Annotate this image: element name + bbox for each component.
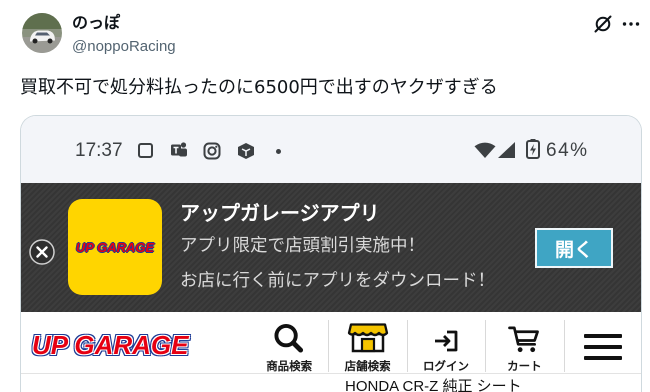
nav-item-product-search: 商品検索 <box>250 312 328 374</box>
instagram-icon <box>203 142 221 160</box>
close-icon <box>29 239 55 265</box>
nav-label: 商品検索 <box>266 359 313 373</box>
nav-label: カート <box>507 359 542 373</box>
status-time: 17:37 <box>75 140 123 161</box>
battery-charging-icon <box>526 139 540 159</box>
partial-product-title: HONDA CR-Z 純正 シート <box>345 378 522 392</box>
search-icon <box>274 323 304 353</box>
nav-item-store-search: 店舗検索 <box>328 312 406 374</box>
app-logo-text: UP GARAGE <box>75 239 155 255</box>
phone-status-bar: 17:37 64% <box>21 116 641 183</box>
dot-icon <box>276 149 281 154</box>
app-logo-tile: UP GARAGE <box>68 199 162 295</box>
post-text: 買取不可で処分料払ったのに6500円で出すのヤクザすぎる <box>20 77 498 98</box>
nav-divider <box>563 320 565 372</box>
nav-item-cart: カート <box>485 312 563 374</box>
nav-item-login: ログイン <box>406 312 485 374</box>
login-icon <box>434 330 458 352</box>
banner-title: アップガレージアプリ <box>180 201 380 225</box>
app-banner: UP GARAGE アップガレージアプリ アプリ限定で店頭割引実施中！ お店に行… <box>21 183 641 312</box>
signal-icon <box>498 142 515 158</box>
site-nav: 商品検索 店舗検索 ログイン カート <box>250 312 641 374</box>
post-image[interactable]: 17:37 64% UP GARAGE アップガレージアプリ アプリ限定で店頭割… <box>20 115 642 392</box>
cart-icon <box>508 326 540 353</box>
more-icon[interactable] <box>621 14 641 34</box>
battery-percent: 64% <box>546 140 589 161</box>
site-header: UP GARAGE 商品検索 店舗検索 ログイン カート <box>21 312 641 374</box>
avatar[interactable] <box>22 13 62 53</box>
open-app-button: 開く <box>535 228 613 268</box>
banner-line-2: お店に行く前にアプリをダウンロード！ <box>180 271 495 291</box>
wifi-icon <box>474 142 496 158</box>
teams-icon <box>171 142 187 157</box>
avatar-image <box>22 13 62 53</box>
banner-line-1: アプリ限定で店頭割引実施中！ <box>180 236 425 256</box>
site-logo: UP GARAGE <box>32 330 189 360</box>
nav-item-menu <box>563 312 641 374</box>
hamburger-icon <box>583 334 622 360</box>
store-icon <box>347 323 388 353</box>
author-name[interactable]: のっぽ <box>72 13 120 33</box>
author-handle[interactable]: @noppoRacing <box>72 38 176 56</box>
nav-label: 店舗検索 <box>344 359 391 373</box>
nav-label: ログイン <box>422 359 469 373</box>
grok-icon[interactable] <box>593 14 613 34</box>
gem-icon <box>238 143 254 159</box>
square-icon <box>138 143 153 158</box>
